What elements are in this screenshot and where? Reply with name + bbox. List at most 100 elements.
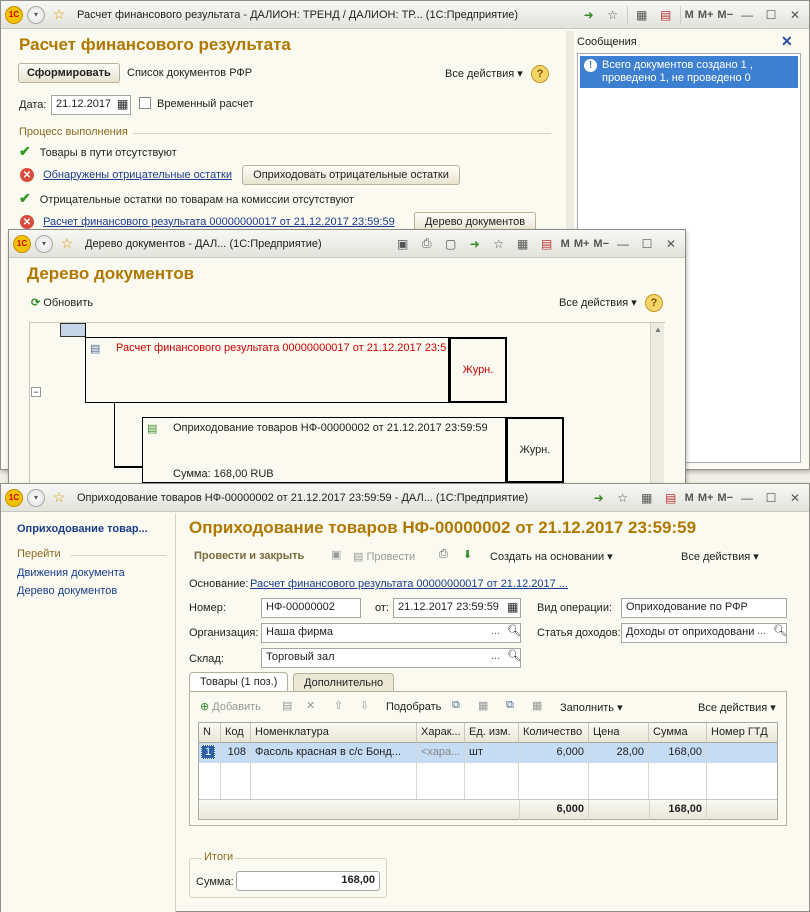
bookmark-icon[interactable]: ☆ bbox=[613, 488, 633, 508]
warehouse-select-button[interactable]: ... bbox=[491, 650, 500, 662]
all-actions-menu[interactable]: Все действия ▾ bbox=[681, 550, 759, 563]
journal-button-2[interactable]: Журн. bbox=[506, 417, 564, 483]
help-icon[interactable]: ? bbox=[645, 294, 663, 312]
result-doc-link[interactable]: Расчет финансового результата 0000000001… bbox=[43, 216, 395, 228]
col-header-qty[interactable]: Количество bbox=[519, 723, 589, 743]
org-select-button[interactable]: ... bbox=[491, 625, 500, 637]
post-negative-button[interactable]: Оприходовать отрицательные остатки bbox=[242, 165, 460, 185]
move-up-icon[interactable]: ⇧ bbox=[334, 699, 343, 712]
arrow-star-icon[interactable]: ➜ bbox=[579, 5, 599, 25]
m-plus-button[interactable]: M+ bbox=[698, 9, 714, 21]
calendar-icon[interactable]: ▤ bbox=[656, 5, 676, 25]
minimize-icon[interactable]: — bbox=[613, 234, 633, 254]
col-header-char[interactable]: Харак... bbox=[417, 723, 465, 743]
post-button[interactable]: ▤ Провести bbox=[353, 550, 415, 563]
1c-logo-icon[interactable]: 1С bbox=[13, 234, 31, 253]
calendar-picker-icon[interactable]: ▦ bbox=[507, 600, 518, 614]
bookmark-icon[interactable]: ☆ bbox=[603, 5, 623, 25]
col-header-code[interactable]: Код bbox=[221, 723, 251, 743]
menu-circle-icon[interactable]: ▾ bbox=[27, 5, 45, 24]
star-icon[interactable]: ☆ bbox=[49, 488, 69, 508]
select-items-button[interactable]: Подобрать bbox=[386, 701, 441, 713]
journal-button-1[interactable]: Журн. bbox=[449, 337, 507, 403]
tab-goods[interactable]: Товары (1 поз.) bbox=[189, 672, 289, 692]
save-icon[interactable]: ▣ bbox=[393, 234, 413, 254]
number-field[interactable]: НФ-00000002 bbox=[261, 598, 361, 618]
paste-icon[interactable]: ▦ bbox=[478, 699, 488, 712]
m-minus-button[interactable]: M− bbox=[593, 238, 609, 250]
preview-icon[interactable]: ▢ bbox=[441, 234, 461, 254]
help-icon[interactable]: ? bbox=[531, 65, 549, 83]
refresh-button[interactable]: ⟳ Обновить bbox=[31, 296, 93, 309]
org-field[interactable]: Наша фирма bbox=[261, 623, 521, 643]
calendar-picker-icon[interactable]: ▦ bbox=[117, 97, 128, 111]
close-icon[interactable]: ✕ bbox=[785, 488, 805, 508]
nav-current[interactable]: Оприходование товар... bbox=[17, 523, 148, 535]
warehouse-field[interactable]: Торговый зал bbox=[261, 648, 521, 668]
menu-circle-icon[interactable]: ▾ bbox=[27, 488, 45, 507]
delete-row-icon[interactable]: ✕ bbox=[306, 699, 315, 712]
col-header-sum[interactable]: Сумма bbox=[649, 723, 707, 743]
m-minus-button[interactable]: M− bbox=[717, 492, 733, 504]
download-icon[interactable]: ⬇ bbox=[463, 548, 472, 561]
fill-menu[interactable]: Заполнить ▾ bbox=[560, 701, 623, 714]
tree-collapse-icon[interactable]: − bbox=[31, 387, 41, 397]
m-button[interactable]: M bbox=[685, 492, 694, 504]
document-node-2[interactable]: ▤ Оприходование товаров НФ-00000002 от 2… bbox=[142, 417, 506, 483]
m-minus-button[interactable]: M− bbox=[717, 9, 733, 21]
create-based-menu[interactable]: Создать на основании ▾ bbox=[490, 550, 613, 563]
m-button[interactable]: M bbox=[685, 9, 694, 21]
tab-additional[interactable]: Дополнительно bbox=[293, 673, 395, 693]
basis-link[interactable]: Расчет финансового результата 0000000001… bbox=[250, 578, 568, 590]
print-icon[interactable]: ⎙ bbox=[417, 234, 437, 254]
scrollbar[interactable] bbox=[566, 31, 574, 231]
generate-button[interactable]: Сформировать bbox=[18, 63, 120, 83]
bookmark-icon[interactable]: ☆ bbox=[489, 234, 509, 254]
doc-list-link[interactable]: Список документов РФР bbox=[127, 67, 252, 79]
table-all-actions-menu[interactable]: Все действия ▾ bbox=[698, 701, 776, 714]
copy-table-icon[interactable]: ⧉ bbox=[506, 699, 514, 712]
post-and-close-button[interactable]: Провести и закрыть bbox=[194, 550, 304, 562]
minimize-icon[interactable]: — bbox=[737, 5, 757, 25]
star-icon[interactable]: ☆ bbox=[57, 234, 77, 254]
maximize-icon[interactable]: ☐ bbox=[761, 488, 781, 508]
income-search-icon[interactable]: 🔍︎ bbox=[773, 624, 787, 637]
warehouse-search-icon[interactable]: 🔍︎ bbox=[507, 649, 521, 662]
m-plus-button[interactable]: M+ bbox=[698, 492, 714, 504]
col-header-unit[interactable]: Ед. изм. bbox=[465, 723, 519, 743]
calculator-icon[interactable]: ▦ bbox=[637, 488, 657, 508]
save-icon[interactable]: ▣ bbox=[331, 548, 341, 561]
calendar-icon[interactable]: ▤ bbox=[537, 234, 557, 254]
close-icon[interactable]: ✕ bbox=[785, 5, 805, 25]
document-node-1[interactable]: ▤ Расчет финансового результата 00000000… bbox=[85, 337, 449, 403]
star-icon[interactable]: ☆ bbox=[49, 5, 69, 25]
message-item[interactable]: ! Всего документов создано 1 , проведено… bbox=[580, 56, 798, 88]
org-search-icon[interactable]: 🔍︎ bbox=[507, 624, 521, 637]
arrow-star-icon[interactable]: ➜ bbox=[465, 234, 485, 254]
table-row[interactable]: 1 108 Фасоль красная в с/с Бонд... <хара… bbox=[199, 743, 777, 763]
minimize-icon[interactable]: — bbox=[737, 488, 757, 508]
scroll-up-icon[interactable]: ▲ bbox=[654, 325, 662, 334]
calendar-icon[interactable]: ▤ bbox=[661, 488, 681, 508]
move-down-icon[interactable]: ⇩ bbox=[360, 699, 369, 712]
messages-close-icon[interactable]: ✕ bbox=[781, 33, 793, 50]
m-plus-button[interactable]: M+ bbox=[574, 238, 590, 250]
m-button[interactable]: M bbox=[561, 238, 570, 250]
arrow-star-icon[interactable]: ➜ bbox=[589, 488, 609, 508]
menu-circle-icon[interactable]: ▾ bbox=[35, 234, 53, 253]
income-select-button[interactable]: ... bbox=[757, 625, 766, 637]
date-field[interactable]: 21.12.2017 23:59:59 bbox=[393, 598, 521, 618]
temp-calc-checkbox[interactable] bbox=[139, 97, 151, 109]
print-doc-icon[interactable]: ⎙ bbox=[439, 548, 448, 561]
1c-logo-icon[interactable]: 1С bbox=[5, 488, 23, 507]
all-actions-menu[interactable]: Все действия ▾ bbox=[445, 67, 523, 80]
all-actions-menu[interactable]: Все действия ▾ bbox=[559, 296, 637, 309]
nav-item-doc-tree[interactable]: Дерево документов bbox=[17, 585, 117, 597]
paste-table-icon[interactable]: ▦ bbox=[532, 699, 542, 712]
negative-balance-link[interactable]: Обнаружены отрицательные остатки bbox=[43, 169, 232, 181]
nav-item-movements[interactable]: Движения документа bbox=[17, 567, 125, 579]
col-header-gtd[interactable]: Номер ГТД bbox=[707, 723, 777, 743]
copy-row-icon[interactable]: ▤ bbox=[282, 699, 292, 712]
calculator-icon[interactable]: ▦ bbox=[513, 234, 533, 254]
1c-logo-icon[interactable]: 1С bbox=[5, 5, 23, 24]
